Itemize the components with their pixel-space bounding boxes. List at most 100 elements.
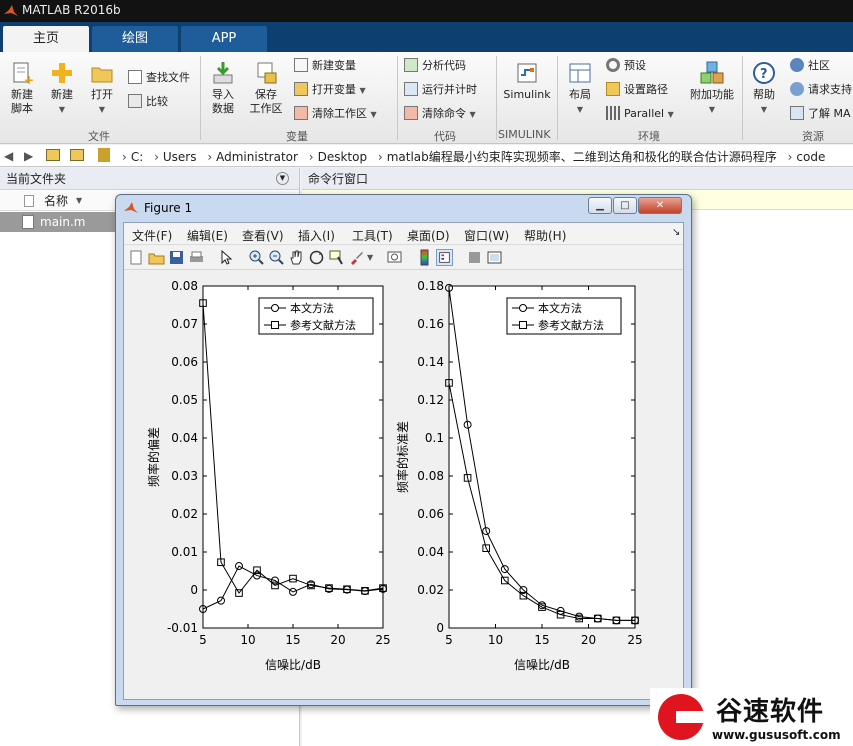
save-workspace-button[interactable]: 保存 工作区 xyxy=(246,56,286,116)
section-code-label: 代码 xyxy=(434,130,456,143)
add-ons-button[interactable]: 附加功能 ▼ xyxy=(686,56,738,117)
help-button[interactable]: ? 帮助 ▼ xyxy=(748,56,780,117)
brush-icon[interactable] xyxy=(348,249,365,266)
new-variable-icon xyxy=(294,58,308,72)
breadcrumb-item[interactable]: Users xyxy=(163,150,197,164)
tab-apps[interactable]: APP xyxy=(181,26,267,52)
menu-view[interactable]: 查看(V) xyxy=(242,227,284,244)
breadcrumb-item[interactable]: code xyxy=(796,150,825,164)
brush-dropdown-icon[interactable]: ▼ xyxy=(367,253,373,262)
watermark-logo-icon xyxy=(658,694,706,740)
simulink-button[interactable]: Simulink xyxy=(502,56,552,102)
left-x-tick-label: 20 xyxy=(330,633,345,647)
set-path-button[interactable]: 设置路径 xyxy=(606,80,668,100)
right-y-tick-label: 0 xyxy=(436,621,444,635)
right-y-tick-label: 0.16 xyxy=(417,317,444,331)
analyze-code-button[interactable]: 分析代码 xyxy=(404,56,466,76)
menu-dock-icon[interactable]: ↘ xyxy=(672,227,680,238)
new-plus-icon xyxy=(52,63,72,83)
show-plot-tools-icon[interactable] xyxy=(486,249,503,266)
layout-icon xyxy=(569,63,591,83)
right-legend[interactable]: 本文方法 参考文献方法 xyxy=(506,297,622,335)
menu-edit[interactable]: 编辑(E) xyxy=(187,227,228,244)
new-figure-icon[interactable] xyxy=(128,249,145,266)
data-cursor-icon[interactable] xyxy=(328,249,345,266)
right-legend-series-2: 参考文献方法 xyxy=(538,318,604,332)
open-variable-button[interactable]: 打开变量 ▼ xyxy=(294,80,366,100)
learn-matlab-button[interactable]: 了解 MA xyxy=(790,104,851,124)
menu-insert[interactable]: 插入(I) xyxy=(298,227,335,244)
layout-button[interactable]: 布局 ▼ xyxy=(562,56,598,117)
breadcrumb-item[interactable]: matlab编程最小约束阵实现频率、二维到达角和极化的联合估计源码程序 xyxy=(387,150,777,164)
request-support-button[interactable]: 请求支持 xyxy=(790,80,852,100)
community-button[interactable]: 社区 xyxy=(790,56,830,76)
browse-folder-icon[interactable] xyxy=(70,149,84,161)
maximize-button[interactable]: □ xyxy=(613,197,637,214)
right-y-tick-label: 0.06 xyxy=(417,507,444,521)
print-icon[interactable] xyxy=(188,249,205,266)
file-column-icon xyxy=(24,195,34,207)
back-icon[interactable]: ◀ xyxy=(4,149,13,163)
tab-home[interactable]: 主页 xyxy=(3,26,89,52)
tab-plots[interactable]: 绘图 xyxy=(92,26,178,52)
left-y-tick-label: 0 xyxy=(190,583,198,597)
breadcrumb-item[interactable]: Desktop xyxy=(318,150,368,164)
legend-icon[interactable] xyxy=(436,249,453,266)
figure-axes-canvas[interactable]: 信噪比/dB 频率的偏差 5 10 15 20 25 -0.01 0 0.01 0.02 0.03… xyxy=(124,271,683,699)
menu-tools[interactable]: 工具(T) xyxy=(352,227,393,244)
menu-help[interactable]: 帮助(H) xyxy=(524,227,566,244)
right-y-tick-label: 0.04 xyxy=(417,545,444,559)
run-and-time-button[interactable]: 运行并计时 xyxy=(404,80,477,100)
left-legend[interactable]: 本文方法 参考文献方法 xyxy=(258,297,374,335)
menu-window[interactable]: 窗口(W) xyxy=(464,227,509,244)
right-x-tick-label: 5 xyxy=(445,633,453,647)
save-icon[interactable] xyxy=(168,249,185,266)
new-button[interactable]: 新建 ▼ xyxy=(44,56,80,117)
forward-icon[interactable]: ▶ xyxy=(24,149,33,163)
rotate-3d-icon[interactable] xyxy=(308,249,325,266)
figure-toolbar: ▼ xyxy=(124,246,683,270)
pointer-icon[interactable] xyxy=(218,249,235,266)
clear-commands-button[interactable]: 清除命令 ▼ xyxy=(404,104,476,124)
up-folder-icon[interactable] xyxy=(46,149,60,161)
breadcrumb-item[interactable]: Administrator xyxy=(216,150,298,164)
colorbar-icon[interactable] xyxy=(416,249,433,266)
right-y-tick-label: 0.08 xyxy=(417,469,444,483)
link-plot-icon[interactable] xyxy=(386,249,403,266)
menu-file[interactable]: 文件(F) xyxy=(132,227,172,244)
open-file-icon[interactable] xyxy=(148,249,165,266)
matlab-logo-icon xyxy=(124,202,138,213)
figure-window[interactable]: Figure 1 ▁ □ ✕ 文件(F) 编辑(E) 查看(V) 插入(I) 工… xyxy=(115,194,692,706)
left-x-tick-label: 10 xyxy=(240,633,255,647)
figure-title-bar[interactable]: Figure 1 ▁ □ ✕ xyxy=(116,195,691,221)
minimize-button[interactable]: ▁ xyxy=(588,197,612,214)
breadcrumb-item[interactable]: C: xyxy=(131,150,143,164)
compare-button[interactable]: 比较 xyxy=(128,92,168,112)
set-path-icon xyxy=(606,82,620,96)
new-variable-button[interactable]: 新建变量 xyxy=(294,56,356,76)
new-script-icon: + xyxy=(13,62,34,86)
pan-hand-icon[interactable] xyxy=(288,249,305,266)
new-script-button[interactable]: + 新建 脚本 xyxy=(4,56,40,116)
open-button[interactable]: 打开 ▼ xyxy=(84,56,120,117)
right-x-axis-label: 信噪比/dB xyxy=(514,658,570,672)
zoom-out-icon[interactable] xyxy=(268,249,285,266)
parallel-button[interactable]: Parallel ▼ xyxy=(606,104,674,124)
left-y-tick-label: 0.08 xyxy=(171,279,198,293)
import-data-button[interactable]: 导入 数据 xyxy=(204,56,242,116)
right-y-tick-label: 0.02 xyxy=(417,583,444,597)
panel-menu-icon[interactable]: ▼ xyxy=(276,172,289,185)
zoom-in-icon[interactable] xyxy=(248,249,265,266)
left-legend-series-2: 参考文献方法 xyxy=(290,318,356,332)
file-row[interactable]: main.m xyxy=(0,212,116,232)
menu-desktop[interactable]: 桌面(D) xyxy=(407,227,450,244)
hide-plot-tools-icon[interactable] xyxy=(466,249,483,266)
find-files-button[interactable]: 查找文件 xyxy=(128,68,190,88)
clear-workspace-button[interactable]: 清除工作区 ▼ xyxy=(294,104,377,124)
current-folder-title: 当前文件夹 ▼ xyxy=(0,168,299,190)
left-x-axis-label: 信噪比/dB xyxy=(265,658,321,672)
folder-icon xyxy=(98,148,110,162)
preferences-button[interactable]: 预设 xyxy=(606,56,646,76)
svg-text:+: + xyxy=(24,73,34,86)
close-button[interactable]: ✕ xyxy=(638,197,682,214)
